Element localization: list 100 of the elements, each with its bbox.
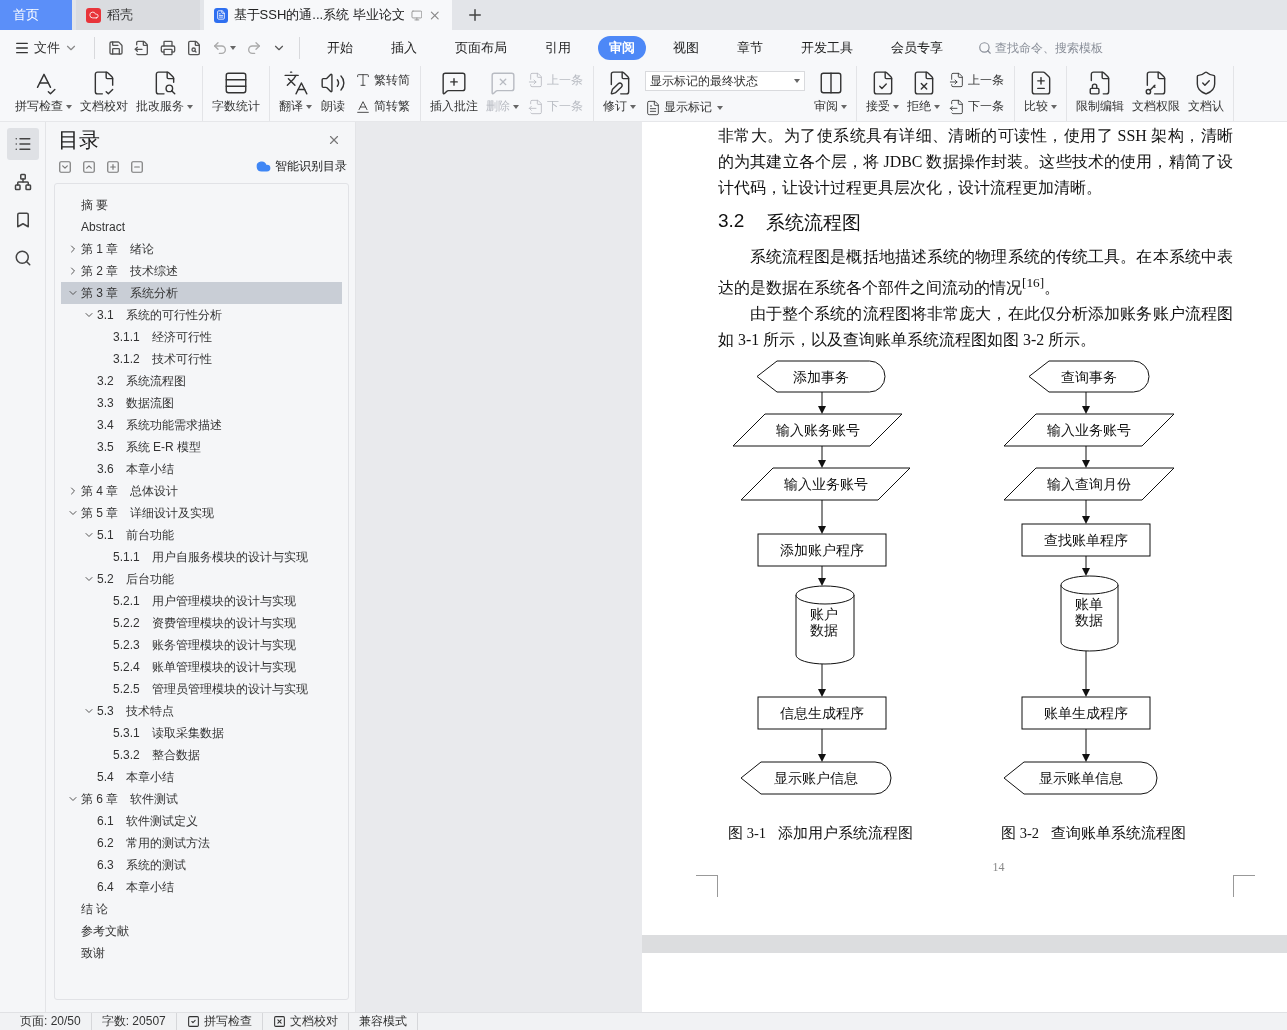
outline-item[interactable]: 第 5 章 详细设计及实现 (61, 502, 342, 524)
ribbon-button[interactable]: 比较 (1021, 66, 1060, 121)
collapse-icon[interactable] (58, 159, 72, 174)
outline-item[interactable]: 6.3 系统的测试 (61, 854, 342, 876)
outline-item[interactable]: 3.1.1 经济可行性 (61, 326, 342, 348)
caret-icon (66, 104, 72, 109)
undo-icon[interactable] (212, 40, 228, 56)
outline-item[interactable]: 3.4 系统功能需求描述 (61, 414, 342, 436)
ribbon-button[interactable]: 接受 (863, 66, 902, 121)
status-toggle[interactable]: 拼写检查 (176, 1013, 263, 1030)
ribbon-button[interactable]: 文档校对 (77, 66, 131, 121)
minus-icon[interactable] (130, 159, 144, 174)
file-menu-button[interactable]: 文件 (14, 39, 84, 57)
menu-tab[interactable]: 开发工具 (790, 36, 864, 60)
arrow (818, 663, 826, 698)
ribbon-button[interactable]: 简转繁 (355, 98, 410, 116)
ribbon-button[interactable]: 限制编辑 (1073, 66, 1127, 121)
ribbon-button[interactable]: 朗读 (317, 66, 349, 121)
ribbon-button[interactable]: 字数统计 (209, 66, 263, 121)
outline-item[interactable]: 3.5 系统 E-R 模型 (61, 436, 342, 458)
flowchart-node: 输入业务账号 (740, 467, 911, 501)
section-title: 用户管理模块的设计与实现 (151, 592, 296, 610)
ribbon-button[interactable]: 显示标记 (645, 99, 805, 116)
ribbon-button[interactable]: 拒绝 (904, 66, 943, 121)
ribbon-button[interactable]: 文档认 (1185, 66, 1227, 121)
outline-item[interactable]: 3.3 数据流图 (61, 392, 342, 414)
outline-item[interactable]: 5.1 前台功能 (61, 524, 342, 546)
menu-tab[interactable]: 视图 (662, 36, 710, 60)
section-title: 系统分析 (130, 284, 179, 302)
section-title: 系统的测试 (125, 856, 186, 874)
outline-item[interactable]: 参考文献 (61, 920, 342, 942)
outline-item[interactable]: 5.2.5 管理员管理模块的设计与实现 (61, 678, 342, 700)
outline-item[interactable]: Abstract (61, 216, 342, 238)
outline-item[interactable]: 3.1 系统的可行性分析 (61, 304, 342, 326)
ribbon-button[interactable]: 上一条 (949, 71, 1004, 89)
outline-item[interactable]: 6.2 常用的测试方法 (61, 832, 342, 854)
outline-item[interactable]: 5.2.2 资费管理模块的设计与实现 (61, 612, 342, 634)
outline-item[interactable]: 3.1.2 技术可行性 (61, 348, 342, 370)
outline-item[interactable]: 3.6 本章小结 (61, 458, 342, 480)
menu-tab[interactable]: 会员专享 (880, 36, 954, 60)
ribbon-button[interactable]: 翻译 (276, 66, 315, 121)
ribbon-button[interactable]: 批改服务 (133, 66, 196, 121)
outline-item[interactable]: 5.2.1 用户管理模块的设计与实现 (61, 590, 342, 612)
outline-item[interactable]: 致谢 (61, 942, 342, 964)
outline-item[interactable]: 3.2 系统流程图 (61, 370, 342, 392)
plus-icon[interactable] (466, 6, 484, 24)
tab[interactable]: 基于SSH的通...系统 毕业论文 (204, 0, 452, 30)
section-number: 第 3 章 (81, 284, 119, 302)
outline-item[interactable]: 5.2.4 账单管理模块的设计与实现 (61, 656, 342, 678)
ribbon-button[interactable]: 修订 (600, 66, 639, 121)
checkbox-icon[interactable] (186, 1015, 200, 1028)
outline-item[interactable]: 5.2.3 账务管理模块的设计与实现 (61, 634, 342, 656)
outline-item[interactable]: 5.3 技术特点 (61, 700, 342, 722)
ribbon-button[interactable]: 拼写检查 (12, 66, 75, 121)
outline-item[interactable]: 5.3.1 读取采集数据 (61, 722, 342, 744)
arrow (818, 445, 826, 469)
expand-icon[interactable] (82, 159, 96, 174)
smart-outline-button[interactable]: 智能识别目录 (256, 158, 347, 175)
outline-item[interactable]: 第 3 章 系统分析 (61, 282, 342, 304)
menu-tab[interactable]: 页面布局 (444, 36, 518, 60)
ribbon-icon (223, 70, 249, 96)
ribbon-button[interactable]: 繁转简 (355, 71, 410, 89)
monitor-icon[interactable] (410, 8, 423, 22)
outline-item[interactable]: 第 4 章 总体设计 (61, 480, 342, 502)
section-number: 5.3.1 (113, 726, 140, 740)
ribbon-button[interactable]: 文档权限 (1129, 66, 1183, 121)
menu-tab[interactable]: 开始 (316, 36, 364, 60)
outline-item[interactable]: 结 论 (61, 898, 342, 920)
section-title: 常用的测试方法 (125, 834, 210, 852)
status-toggle[interactable]: 文档校对 (262, 1013, 349, 1030)
section-title: 本章小结 (125, 768, 174, 786)
plus-icon[interactable] (106, 159, 120, 174)
heading-number: 3.2 (718, 210, 745, 233)
outline-item[interactable]: 5.3.2 整合数据 (61, 744, 342, 766)
outline-item[interactable]: 第 6 章 软件测试 (61, 788, 342, 810)
outline-item[interactable]: 第 2 章 技术综述 (61, 260, 342, 282)
figure-caption: 添加用户系统流程图 (777, 824, 913, 844)
flowchart-node: 账单生成程序 (1021, 696, 1151, 730)
checkbox-icon[interactable] (272, 1015, 286, 1028)
outline-item[interactable]: 5.2 后台功能 (61, 568, 342, 590)
tab[interactable]: 稻壳 (76, 0, 200, 30)
ribbon-icon (282, 70, 309, 96)
markup-select[interactable]: 显示标记的最终状态 (645, 71, 805, 91)
outline-item[interactable]: 5.1.1 用户自服务模块的设计与实现 (61, 546, 342, 568)
paragraph: 由于整个系统的流程图将非常庞大，在此仅分析添加账务账户流程图如 3-1 所示，以及查询账单系统流程图如图 3-2 所示。 (718, 304, 1233, 351)
ribbon-button[interactable]: 审阅 (811, 66, 850, 121)
outline-item[interactable]: 6.1 软件测试定义 (61, 810, 342, 832)
outline-item[interactable]: 5.4 本章小结 (61, 766, 342, 788)
menu-tab[interactable]: 引用 (534, 36, 582, 60)
ribbon-button[interactable]: 下一条 (949, 98, 1004, 116)
menu-tab[interactable]: 插入 (380, 36, 428, 60)
outline-icon[interactable] (6, 128, 39, 160)
arrow (1082, 728, 1090, 763)
menu-tab[interactable]: 章节 (726, 36, 774, 60)
outline-item[interactable]: 第 1 章 绪论 (61, 238, 342, 260)
ribbon-button[interactable]: 插入批注 (427, 66, 481, 121)
section-title: 技术特点 (125, 702, 174, 720)
outline-item[interactable]: 6.4 本章小结 (61, 876, 342, 898)
close-icon[interactable] (327, 133, 341, 147)
outline-item[interactable]: 摘 要 (61, 194, 342, 216)
